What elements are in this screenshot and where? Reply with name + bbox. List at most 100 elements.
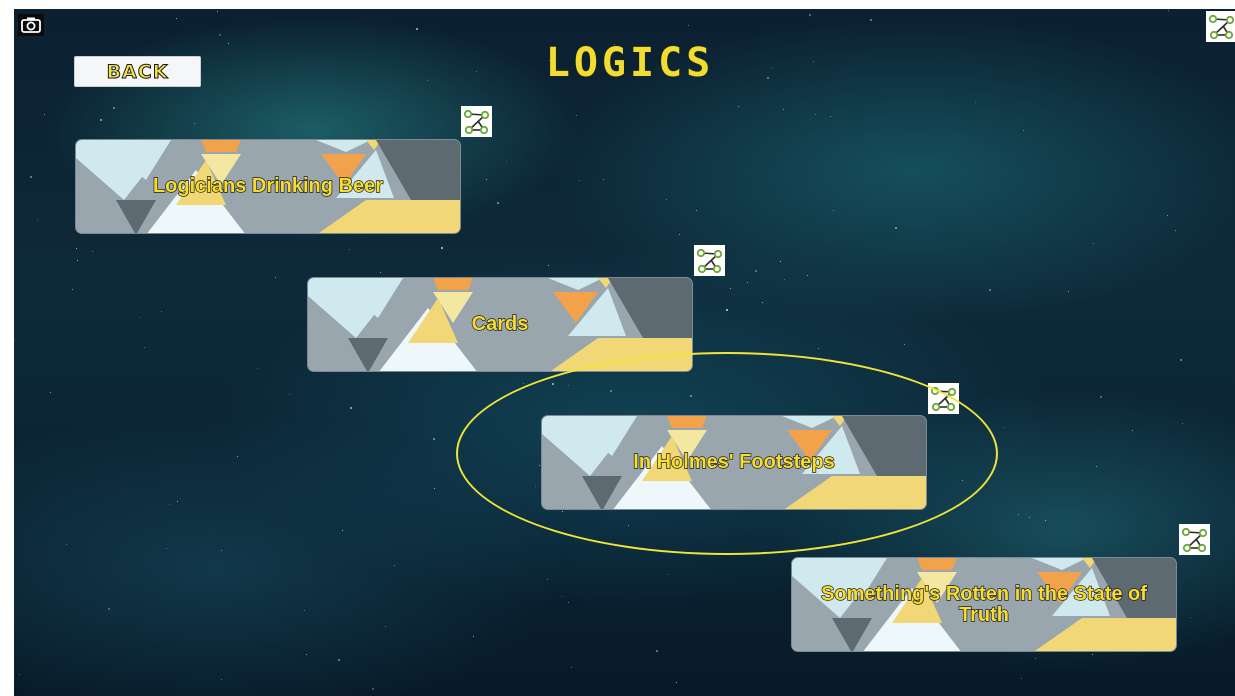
star xyxy=(1182,423,1184,425)
graph-glyph xyxy=(930,386,957,412)
graph-glyph xyxy=(696,248,723,274)
star xyxy=(1017,514,1019,516)
level-graph-icon[interactable] xyxy=(928,383,959,414)
star xyxy=(627,524,629,526)
star xyxy=(275,276,277,278)
star xyxy=(1174,229,1176,231)
star xyxy=(441,247,444,250)
star xyxy=(782,108,784,110)
level-card-label: In Holmes' Footsteps xyxy=(633,451,836,473)
star xyxy=(1167,215,1169,217)
star xyxy=(380,271,382,273)
star xyxy=(342,530,344,532)
star xyxy=(75,248,77,250)
star xyxy=(385,626,387,628)
star xyxy=(609,390,612,393)
star xyxy=(1168,10,1170,12)
star xyxy=(475,70,477,72)
star xyxy=(1020,678,1022,680)
star xyxy=(71,289,73,291)
back-button-label: BACK xyxy=(106,60,169,83)
star xyxy=(76,259,78,261)
star xyxy=(812,61,814,63)
star xyxy=(113,106,116,109)
top-right-graph-icon[interactable] xyxy=(1206,11,1235,42)
star xyxy=(30,175,33,178)
level-graph-icon[interactable] xyxy=(461,106,492,137)
page-title: LOGICS xyxy=(545,40,715,86)
star xyxy=(535,485,537,487)
star xyxy=(257,367,259,369)
star xyxy=(725,308,728,311)
star xyxy=(568,602,570,604)
star xyxy=(427,80,429,82)
star xyxy=(433,487,435,489)
star xyxy=(306,654,308,656)
star xyxy=(961,480,963,482)
star xyxy=(221,679,223,681)
star xyxy=(562,511,564,513)
star xyxy=(1022,130,1024,132)
star xyxy=(166,548,167,550)
star xyxy=(772,67,774,69)
star xyxy=(666,198,668,200)
star xyxy=(560,596,562,598)
star xyxy=(552,382,555,385)
back-button[interactable]: BACK xyxy=(74,56,201,87)
star xyxy=(176,501,178,503)
star xyxy=(655,650,658,653)
star xyxy=(433,437,436,440)
star xyxy=(690,394,693,397)
star xyxy=(505,160,507,162)
star xyxy=(237,456,239,458)
star xyxy=(523,383,525,385)
star xyxy=(755,270,758,273)
star xyxy=(568,385,570,387)
star xyxy=(168,504,170,506)
star xyxy=(730,288,732,290)
star xyxy=(894,226,897,229)
level-card-in-holmes-footsteps[interactable]: In Holmes' Footsteps xyxy=(541,415,927,510)
star xyxy=(570,666,572,668)
star xyxy=(99,118,102,121)
star xyxy=(176,17,178,19)
star xyxy=(696,209,698,211)
star xyxy=(415,27,418,30)
level-card-somethings-rotten[interactable]: Something's Rotten in the State of Truth xyxy=(791,557,1177,652)
star xyxy=(547,579,549,581)
star xyxy=(220,550,222,552)
level-card-label: Something's Rotten in the State of Truth xyxy=(820,582,1147,626)
camera-icon[interactable] xyxy=(18,14,44,36)
star xyxy=(809,14,812,17)
star xyxy=(676,682,678,684)
level-card-logicians-drinking-beer[interactable]: Logicians Drinking Beer xyxy=(75,139,461,234)
star xyxy=(485,178,487,180)
star xyxy=(737,106,739,108)
star xyxy=(870,18,872,21)
star xyxy=(289,393,291,395)
star xyxy=(349,248,351,250)
star xyxy=(1003,426,1005,428)
level-card-label: Logicians Drinking Beer xyxy=(152,175,384,197)
graph-glyph xyxy=(463,109,490,135)
star xyxy=(349,407,352,410)
star xyxy=(783,278,785,280)
level-graph-icon[interactable] xyxy=(1179,524,1210,555)
star xyxy=(228,43,230,45)
star xyxy=(107,608,110,611)
star xyxy=(1132,430,1134,432)
star xyxy=(1100,395,1103,398)
star xyxy=(43,114,45,116)
star xyxy=(393,564,395,566)
graph-glyph xyxy=(1181,527,1208,553)
star xyxy=(473,636,474,638)
star xyxy=(806,275,808,277)
star xyxy=(814,113,816,115)
star xyxy=(497,201,500,204)
star xyxy=(338,659,341,662)
star xyxy=(903,343,905,345)
star xyxy=(830,116,832,118)
level-graph-icon[interactable] xyxy=(694,245,725,276)
level-card-cards[interactable]: Cards xyxy=(307,277,693,372)
star xyxy=(371,688,374,691)
